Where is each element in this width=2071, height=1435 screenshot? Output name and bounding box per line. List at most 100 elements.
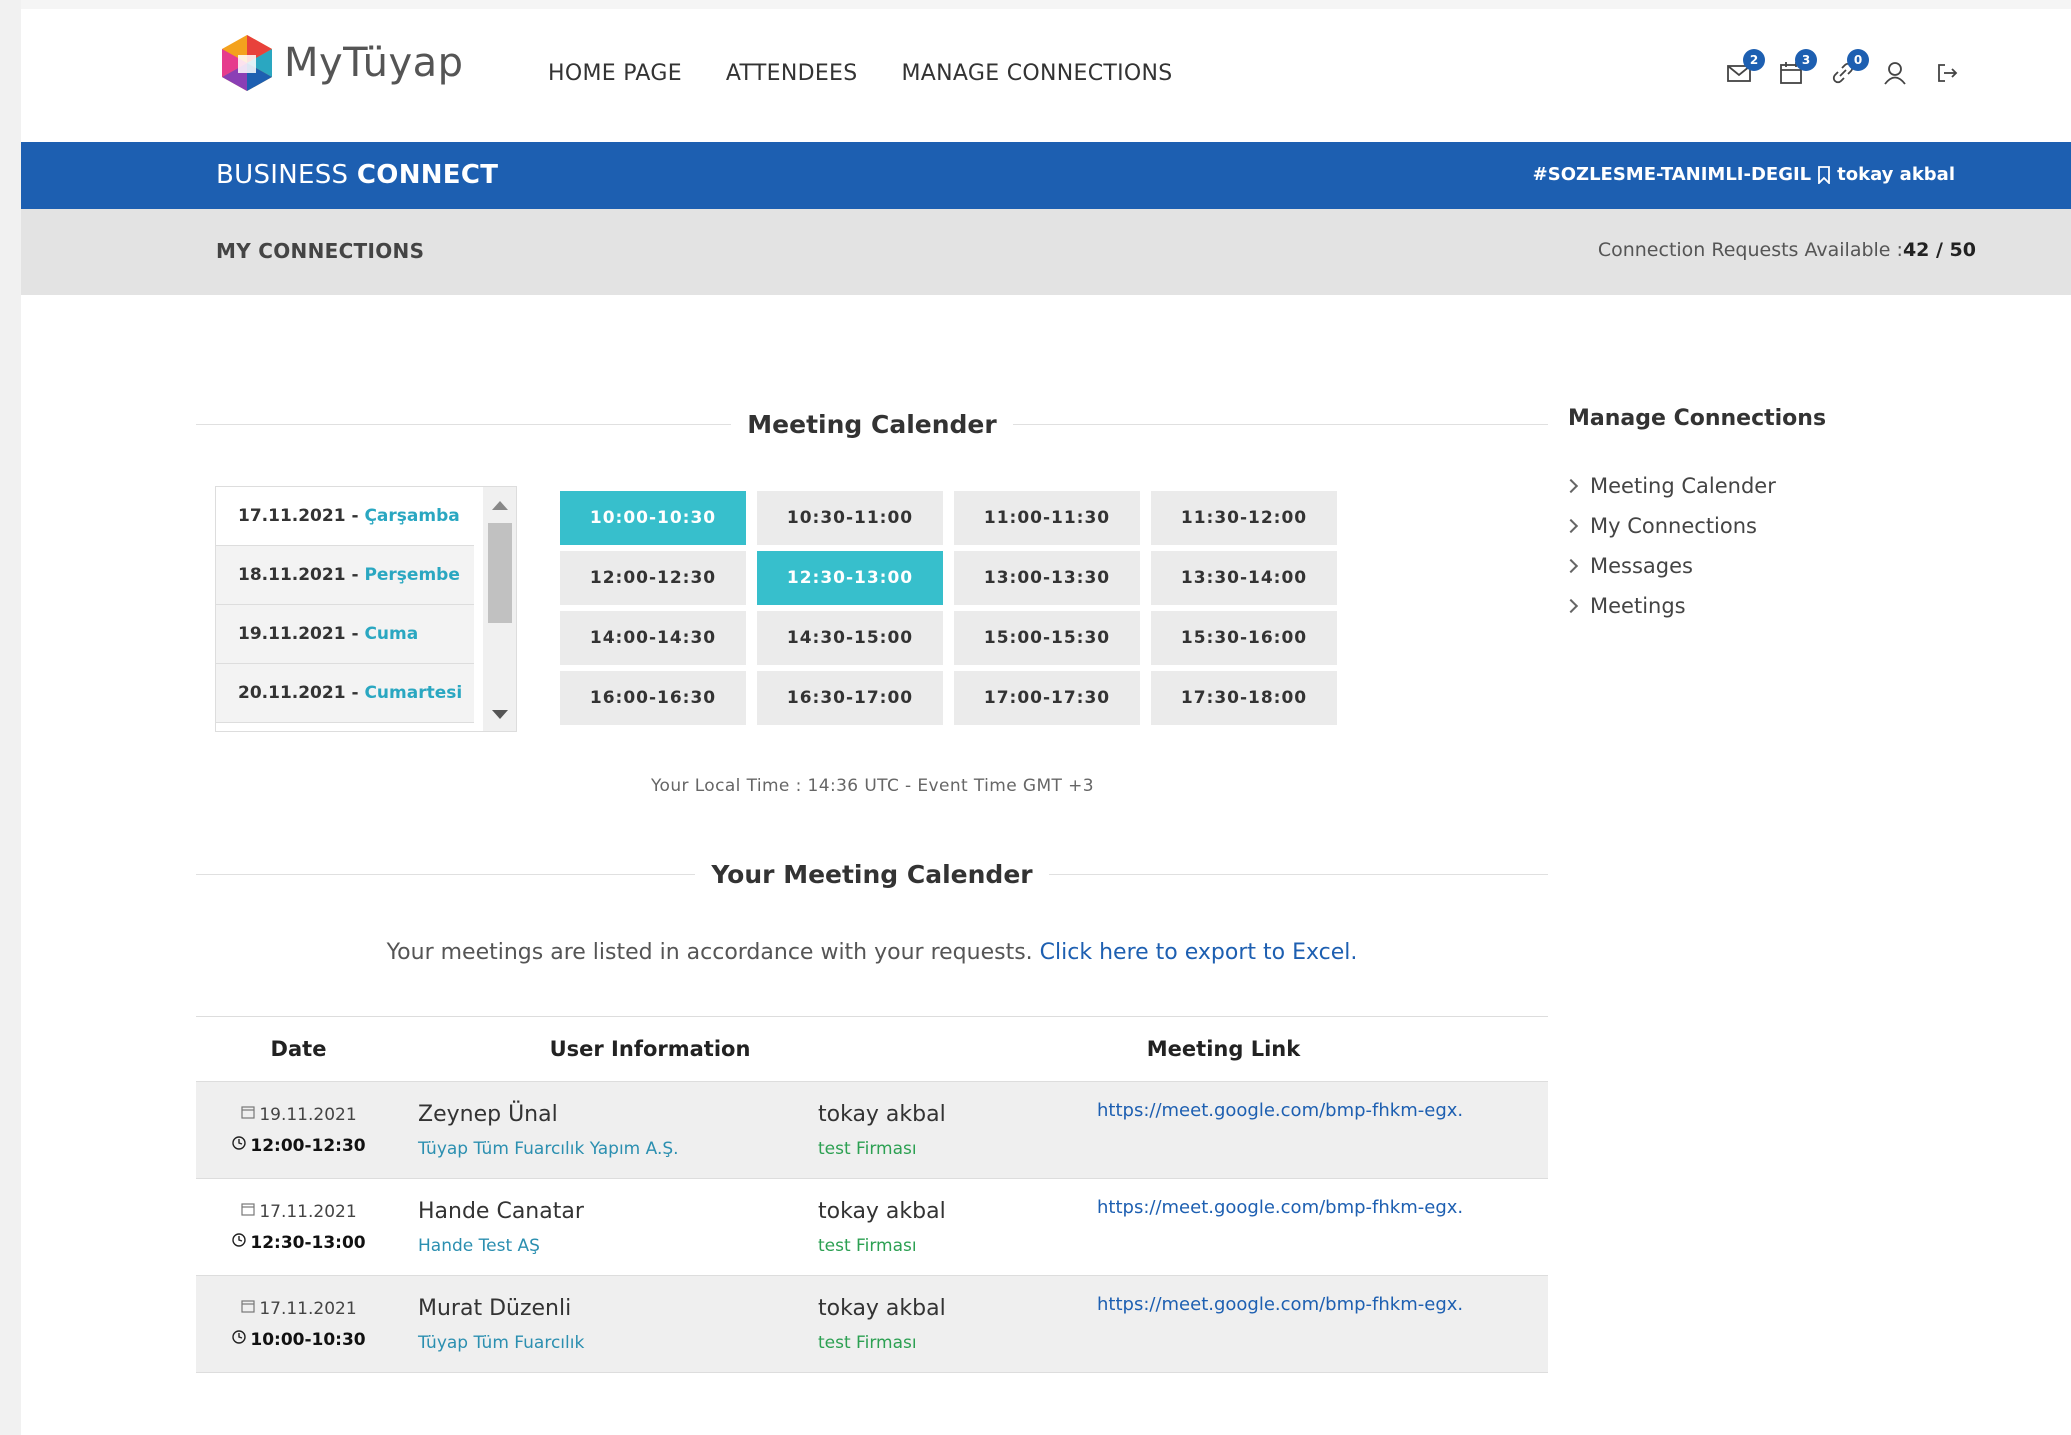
time-slot[interactable]: 11:30-12:00	[1151, 491, 1337, 545]
sidebar-item-my-connections[interactable]: My Connections	[1563, 506, 1776, 546]
table-row: 17.11.2021 10:00-10:30 Murat Düzenli Tüyap …	[196, 1276, 1548, 1373]
meeting-link[interactable]: https://meet.google.com/bmp-fhkm-egx.	[1097, 1100, 1463, 1121]
date-item[interactable]: 19.11.2021 - Cuma	[216, 605, 474, 664]
meeting-link-cell: https://meet.google.com/bmp-fhkm-egx.	[1097, 1197, 1463, 1218]
current-user[interactable]: tokay akbal	[1837, 164, 1955, 185]
time-slot-grid: 10:00-10:30 10:30-11:00 11:00-11:30 11:30-1…	[560, 491, 1337, 725]
scroll-up-icon[interactable]	[492, 501, 508, 510]
time-slot[interactable]: 16:30-17:00	[757, 671, 943, 725]
sidebar-menu: Meeting Calender My Connections Messages…	[1563, 466, 1776, 626]
attendee-info: Murat Düzenli Tüyap Tüm Fuarcılık	[418, 1296, 584, 1353]
divider	[1048, 873, 1548, 875]
table-row: 17.11.2021 12:30-13:00 Hande Canatar Hande …	[196, 1179, 1548, 1276]
time-slot[interactable]: 11:00-11:30	[954, 491, 1140, 545]
export-excel-link[interactable]: Click here to export to Excel.	[1040, 940, 1358, 965]
attendee-name[interactable]: Murat Düzenli	[418, 1296, 584, 1321]
messages-button[interactable]: 2	[1725, 49, 1765, 89]
sidebar-item-meetings[interactable]: Meetings	[1563, 586, 1776, 626]
meeting-date-cell: 17.11.2021 12:30-13:00	[196, 1201, 401, 1253]
calendar-icon	[240, 1201, 256, 1222]
scroll-down-icon[interactable]	[492, 710, 508, 719]
page-title: MY CONNECTIONS	[216, 239, 425, 263]
your-meeting-calendar-title: Your Meeting Calender	[711, 859, 1033, 889]
calendar-button[interactable]: 3	[1777, 49, 1817, 89]
attendee-name[interactable]: Hande Canatar	[418, 1199, 584, 1224]
clock-icon	[231, 1232, 247, 1253]
header-icons: 2 3 0	[1725, 49, 1963, 89]
chevron-right-icon	[1563, 478, 1579, 494]
sidebar-item-meeting-calender[interactable]: Meeting Calender	[1563, 466, 1776, 506]
nav-home-page[interactable]: HOME PAGE	[548, 61, 682, 86]
meeting-time: 10:00-10:30	[250, 1329, 366, 1350]
meeting-link[interactable]: https://meet.google.com/bmp-fhkm-egx.	[1097, 1197, 1463, 1218]
window-top-edge	[21, 0, 2071, 9]
table-header: Date User Information Meeting Link	[196, 1016, 1548, 1082]
host-info: tokay akbal test Firması	[818, 1296, 946, 1353]
meeting-link[interactable]: https://meet.google.com/bmp-fhkm-egx.	[1097, 1294, 1463, 1315]
attendee-name[interactable]: Zeynep Ünal	[418, 1102, 679, 1127]
host-company: test Firması	[818, 1236, 917, 1256]
logo-mark-icon	[216, 31, 278, 95]
nav-manage-connections[interactable]: MANAGE CONNECTIONS	[902, 61, 1173, 86]
sidebar-item-messages[interactable]: Messages	[1563, 546, 1776, 586]
chevron-right-icon	[1563, 598, 1579, 614]
attendee-company: Tüyap Tüm Fuarcılık	[418, 1333, 585, 1353]
business-connect-bar: BUSINESS CONNECT #SOZLESME-TANIMLI-DEGIL…	[21, 142, 2071, 209]
scrollbar-thumb[interactable]	[488, 523, 512, 623]
logout-button[interactable]	[1933, 59, 1963, 89]
day-text: Çarşamba	[364, 506, 460, 526]
time-slot[interactable]: 14:30-15:00	[757, 611, 943, 665]
day-text: Cumartesi	[364, 683, 463, 703]
meeting-date-cell: 17.11.2021 10:00-10:30	[196, 1298, 401, 1350]
time-slot[interactable]: 10:00-10:30	[560, 491, 746, 545]
nav-attendees[interactable]: ATTENDEES	[726, 61, 858, 86]
day-text: Perşembe	[364, 565, 460, 585]
header-user-information: User Information	[549, 1037, 751, 1061]
date-list-scrollbar[interactable]	[483, 487, 516, 731]
profile-button[interactable]	[1881, 59, 1911, 89]
time-slot[interactable]: 12:00-12:30	[560, 551, 746, 605]
meetings-table: Date User Information Meeting Link 19.11…	[196, 1016, 1548, 1373]
time-slot[interactable]: 10:30-11:00	[757, 491, 943, 545]
sidebar-title: Manage Connections	[1568, 406, 1827, 431]
sidebar-item-label: Meeting Calender	[1590, 474, 1776, 498]
header-date: Date	[270, 1037, 327, 1061]
chevron-right-icon	[1563, 518, 1579, 534]
date-text: 20.11.2021 -	[238, 683, 365, 703]
time-slot[interactable]: 12:30-13:00	[757, 551, 943, 605]
sidebar-item-label: My Connections	[1590, 514, 1757, 538]
host-name: tokay akbal	[818, 1102, 946, 1127]
meeting-date: 17.11.2021	[259, 1201, 357, 1222]
host-info: tokay akbal test Firması	[818, 1102, 946, 1159]
sidebar-item-label: Messages	[1590, 554, 1693, 578]
local-time-note: Your Local Time : 14:36 UTC - Event Time…	[651, 776, 1094, 796]
logout-icon	[1938, 64, 1958, 82]
date-item[interactable]: 18.11.2021 - Perşembe	[216, 546, 474, 605]
user-icon	[1884, 62, 1906, 85]
calendar-icon	[240, 1298, 256, 1319]
connections-button[interactable]: 0	[1829, 49, 1869, 89]
time-slot[interactable]: 14:00-14:30	[560, 611, 746, 665]
requests-label: Connection Requests Available :	[1597, 239, 1903, 261]
date-item[interactable]: 20.11.2021 - Cumartesi	[216, 664, 474, 723]
attendee-company: Tüyap Tüm Fuarcılık Yapım A.Ş.	[418, 1139, 679, 1159]
meetings-info: Your meetings are listed in accordance w…	[196, 940, 1548, 965]
meeting-time: 12:30-13:00	[250, 1232, 366, 1253]
clock-icon	[231, 1329, 247, 1350]
time-slot[interactable]: 17:30-18:00	[1151, 671, 1337, 725]
time-slot[interactable]: 16:00-16:30	[560, 671, 746, 725]
time-slot[interactable]: 13:00-13:30	[954, 551, 1140, 605]
date-item[interactable]: 17.11.2021 - Çarşamba	[216, 487, 474, 546]
time-slot[interactable]: 17:00-17:30	[954, 671, 1140, 725]
meeting-link-cell: https://meet.google.com/bmp-fhkm-egx.	[1097, 1100, 1463, 1121]
meeting-date: 17.11.2021	[259, 1298, 357, 1319]
time-slot[interactable]: 15:30-16:00	[1151, 611, 1337, 665]
top-navigation: MyTüyap HOME PAGE ATTENDEES MANAGE CONNE…	[21, 9, 2071, 142]
messages-badge: 2	[1743, 49, 1765, 71]
date-list: 17.11.2021 - Çarşamba 18.11.2021 - Perşe…	[215, 486, 517, 732]
time-slot[interactable]: 15:00-15:30	[954, 611, 1140, 665]
time-slot[interactable]: 13:30-14:00	[1151, 551, 1337, 605]
connection-requests: Connection Requests Available :42 / 50	[1598, 239, 1976, 261]
logo[interactable]: MyTüyap	[216, 31, 464, 95]
user-tag: #SOZLESME-TANIMLI-DEGIL tokay akbal	[1533, 164, 1955, 186]
